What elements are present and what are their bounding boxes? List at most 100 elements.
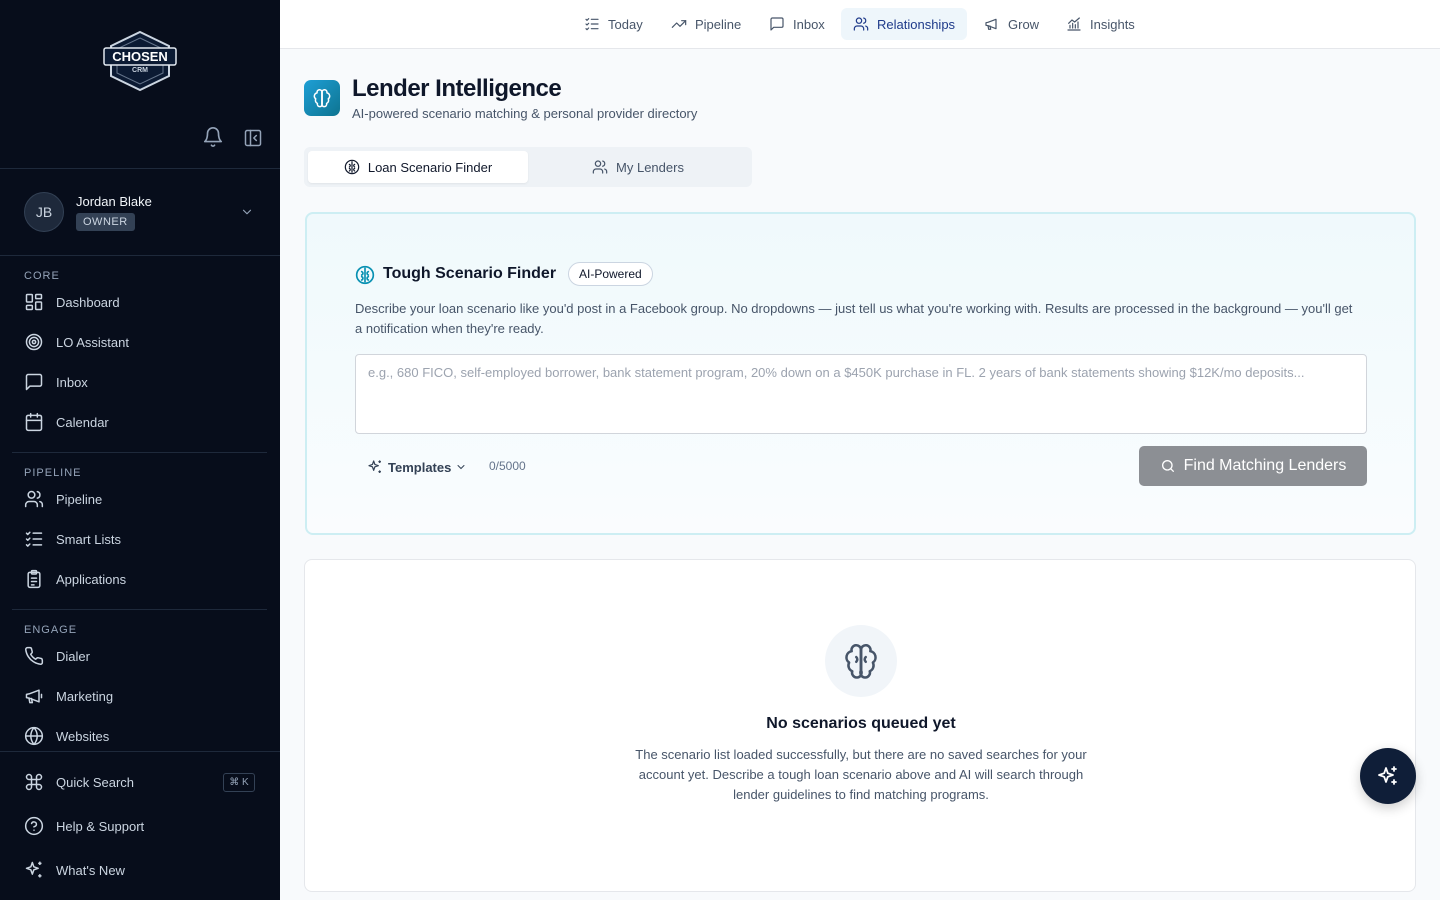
finder-description: Describe your loan scenario like you'd p… bbox=[355, 301, 1353, 336]
sidebar-item-label: What's New bbox=[56, 862, 125, 878]
sidebar-item-inbox[interactable]: Inbox bbox=[24, 371, 254, 393]
sidebar-item-calendar[interactable]: Calendar bbox=[24, 411, 254, 433]
topnav-label: Pipeline bbox=[695, 16, 742, 32]
sidebar-divider bbox=[0, 751, 280, 752]
sidebar-item-help-support[interactable]: Help & Support bbox=[24, 815, 254, 837]
page-title: Lender Intelligence bbox=[352, 75, 562, 102]
topnav-today[interactable]: Today bbox=[572, 8, 655, 40]
sidebar-item-label: LO Assistant bbox=[56, 334, 129, 350]
megaphone-icon bbox=[985, 18, 997, 30]
bell-icon[interactable] bbox=[202, 126, 224, 148]
chevron-down-icon[interactable] bbox=[240, 205, 254, 219]
sidebar: CHOSEN CRM JB Jordan Blake OWNER CORE Da… bbox=[0, 0, 280, 900]
megaphone-icon bbox=[25, 689, 43, 704]
users-icon bbox=[853, 17, 869, 31]
ai-assistant-fab[interactable] bbox=[1360, 748, 1416, 804]
globe-icon bbox=[24, 726, 44, 746]
finder-title: Tough Scenario Finder bbox=[383, 265, 557, 282]
scenario-input[interactable] bbox=[355, 354, 1367, 434]
sidebar-item-applications[interactable]: Applications bbox=[24, 568, 254, 590]
sidebar-item-label: Inbox bbox=[56, 374, 88, 390]
topnav-grow[interactable]: Grow bbox=[972, 8, 1051, 40]
calendar-icon bbox=[25, 412, 43, 432]
sidebar-divider bbox=[0, 255, 280, 256]
list-check-icon bbox=[585, 18, 599, 31]
user-name: Jordan Blake bbox=[76, 194, 152, 209]
ai-powered-badge: AI-Powered bbox=[568, 262, 653, 286]
sidebar-item-quick-search[interactable]: Quick Search bbox=[24, 771, 254, 793]
sparkles-icon bbox=[1378, 766, 1397, 785]
sidebar-divider bbox=[12, 609, 267, 610]
topnav-relationships[interactable]: Relationships bbox=[841, 8, 968, 40]
users-icon bbox=[24, 490, 44, 508]
sidebar-item-lo-assistant[interactable]: LO Assistant bbox=[24, 331, 254, 353]
topnav-pipeline[interactable]: Pipeline bbox=[659, 8, 753, 40]
sidebar-item-label: Marketing bbox=[56, 688, 114, 704]
sidebar-item-label: Applications bbox=[56, 571, 127, 587]
sidebar-item-dialer[interactable]: Dialer bbox=[24, 645, 254, 667]
section-label-engage: ENGAGE bbox=[24, 624, 78, 636]
empty-state-card: No scenarios queued yet The scenario lis… bbox=[304, 559, 1416, 892]
topnav-inbox[interactable]: Inbox bbox=[757, 8, 837, 40]
sidebar-divider bbox=[12, 452, 267, 453]
tab-my-lenders[interactable]: My Lenders bbox=[528, 151, 748, 183]
sidebar-item-label: Pipeline bbox=[56, 491, 103, 507]
sidebar-item-label: Smart Lists bbox=[56, 531, 122, 547]
chart-icon bbox=[1067, 17, 1081, 31]
brain-icon bbox=[355, 265, 375, 285]
sidebar-item-label: Calendar bbox=[56, 414, 109, 430]
sidebar-item-smart-lists[interactable]: Smart Lists bbox=[24, 528, 254, 550]
tab-label: My Lenders bbox=[616, 159, 684, 175]
sidebar-item-label: Dialer bbox=[56, 648, 90, 664]
section-label-core: CORE bbox=[24, 270, 60, 282]
sidebar-item-label: Help & Support bbox=[56, 818, 145, 834]
topnav-label: Insights bbox=[1090, 16, 1135, 32]
templates-dropdown[interactable]: Templates bbox=[367, 457, 467, 477]
sidebar-item-label: Websites bbox=[56, 728, 110, 744]
sidebar-item-dashboard[interactable]: Dashboard bbox=[24, 291, 254, 313]
command-icon bbox=[25, 773, 43, 791]
user-menu[interactable]: JB Jordan Blake OWNER bbox=[24, 192, 264, 234]
section-label-pipeline: PIPELINE bbox=[24, 467, 82, 479]
sidebar-item-pipeline[interactable]: Pipeline bbox=[24, 488, 254, 510]
list-check-icon bbox=[25, 531, 43, 547]
target-icon bbox=[25, 333, 43, 351]
logo-text: CHOSEN bbox=[112, 49, 168, 64]
empty-state-title: No scenarios queued yet bbox=[766, 715, 956, 732]
tab-loan-scenario-finder[interactable]: Loan Scenario Finder bbox=[308, 151, 528, 183]
topnav-label: Today bbox=[608, 16, 643, 32]
logo-subtext: CRM bbox=[132, 67, 148, 74]
topnav-label: Relationships bbox=[877, 16, 956, 32]
users-icon bbox=[592, 160, 608, 174]
chosen-crm-logo[interactable]: CHOSEN CRM bbox=[103, 30, 177, 92]
quick-search-shortcut: ⌘ K bbox=[223, 773, 255, 792]
avatar: JB bbox=[24, 192, 64, 232]
sidebar-item-websites[interactable]: Websites bbox=[24, 725, 254, 747]
search-icon bbox=[1161, 460, 1174, 472]
trending-icon bbox=[671, 20, 687, 28]
brain-icon bbox=[344, 159, 360, 175]
topnav-label: Inbox bbox=[793, 16, 825, 32]
chevron-down-icon bbox=[457, 465, 465, 470]
help-icon bbox=[24, 816, 44, 836]
sidebar-item-marketing[interactable]: Marketing bbox=[24, 685, 254, 707]
clipboard-icon bbox=[27, 569, 41, 589]
templates-label: Templates bbox=[388, 459, 452, 475]
sidebar-item-whats-new[interactable]: What's New bbox=[24, 859, 254, 881]
page-subtitle: AI-powered scenario matching & personal … bbox=[352, 106, 698, 121]
empty-state-description: The scenario list loaded successfully, b… bbox=[635, 747, 1087, 802]
collapse-sidebar-icon[interactable] bbox=[243, 128, 263, 148]
sparkles-icon bbox=[368, 460, 381, 473]
character-counter: 0/5000 bbox=[489, 459, 526, 473]
find-matching-lenders-button[interactable]: Find Matching Lenders bbox=[1139, 446, 1367, 486]
sidebar-divider bbox=[0, 168, 280, 169]
topnav-label: Grow bbox=[1008, 16, 1040, 32]
brain-icon bbox=[825, 625, 897, 697]
top-nav: Today Pipeline Inbox Relationships Grow … bbox=[280, 0, 1440, 49]
tab-bar: Loan Scenario Finder My Lenders bbox=[304, 147, 752, 187]
sidebar-item-label: Dashboard bbox=[56, 294, 120, 310]
message-icon bbox=[770, 17, 784, 31]
sidebar-item-label: Quick Search bbox=[56, 774, 135, 790]
topnav-insights[interactable]: Insights bbox=[1054, 8, 1147, 40]
phone-icon bbox=[25, 646, 44, 665]
